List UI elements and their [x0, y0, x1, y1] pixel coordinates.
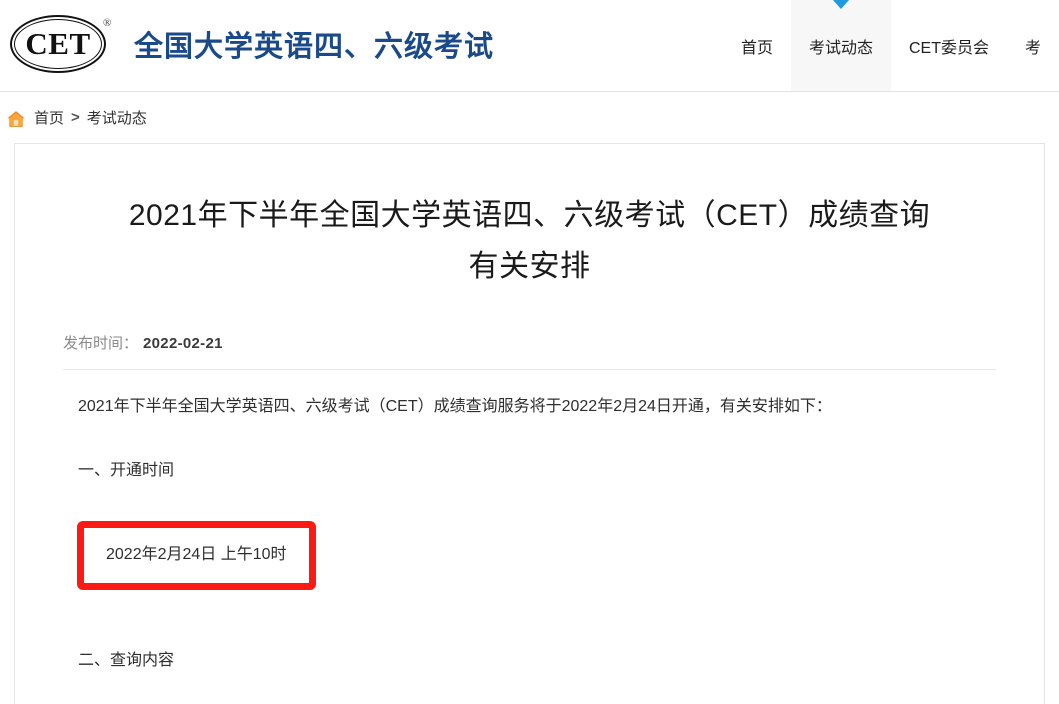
- breadcrumb-item-exam-news[interactable]: 考试动态: [87, 107, 147, 128]
- article-heading-section-two: 二、查询内容: [78, 652, 175, 670]
- breadcrumb: 首页 > 考试动态: [0, 92, 147, 143]
- site-brand-title: 全国大学英语四、六级考试: [134, 31, 495, 63]
- logo-cet-text: CET: [25, 26, 91, 61]
- main-navigation: 首页 考试动态 CET委员会 考: [723, 0, 1059, 91]
- site-brand[interactable]: CET ® 全国大学英语四、六级考试: [8, 8, 494, 80]
- highlight-paragraph: 2022年2月24日 上午10时: [63, 520, 996, 612]
- publish-time-label: 发布时间：: [63, 335, 139, 352]
- nav-item-label: 考: [1024, 39, 1041, 57]
- registered-trademark-icon: ®: [103, 17, 112, 29]
- publish-meta: 发布时间： 2022-02-21: [15, 332, 1044, 353]
- breadcrumb-separator: >: [71, 109, 80, 126]
- cet-oval-logo-icon: CET ®: [8, 11, 116, 77]
- highlighted-annotation-box: 2022年2月24日 上午10时: [77, 520, 316, 591]
- nav-item-label: 首页: [740, 39, 773, 57]
- publish-date-value: 2022-02-21: [143, 335, 223, 352]
- nav-item-home[interactable]: 首页: [723, 0, 791, 91]
- breadcrumb-item-home[interactable]: 首页: [34, 107, 64, 128]
- active-tab-arrow-icon: [832, 0, 849, 9]
- nav-item-label: 考试动态: [808, 39, 873, 57]
- highlight-text: 2022年2月24日 上午10时: [106, 545, 287, 563]
- nav-item-label: CET委员会: [908, 39, 989, 57]
- site-header: CET ® 全国大学英语四、六级考试 首页 考试动态 CET委员会 考: [0, 0, 1059, 92]
- home-icon: [7, 110, 25, 127]
- article-paragraph-intro: 2021年下半年全国大学英语四、六级考试（CET）成绩查询服务将于2022年2月…: [78, 398, 832, 415]
- article-card: 2021年下半年全国大学英语四、六级考试（CET）成绩查询有关安排 发布时间： 2…: [14, 143, 1045, 704]
- article-body: 2021年下半年全国大学英语四、六级考试（CET）成绩查询服务将于2022年2月…: [15, 370, 1044, 704]
- nav-item-exam-news[interactable]: 考试动态: [790, 0, 891, 91]
- nav-item-truncated[interactable]: 考: [1007, 0, 1059, 91]
- nav-item-cet-committee[interactable]: CET委员会: [891, 0, 1007, 91]
- page-title: 2021年下半年全国大学英语四、六级考试（CET）成绩查询有关安排: [128, 199, 931, 283]
- article-heading-section-one: 一、开通时间: [78, 462, 175, 480]
